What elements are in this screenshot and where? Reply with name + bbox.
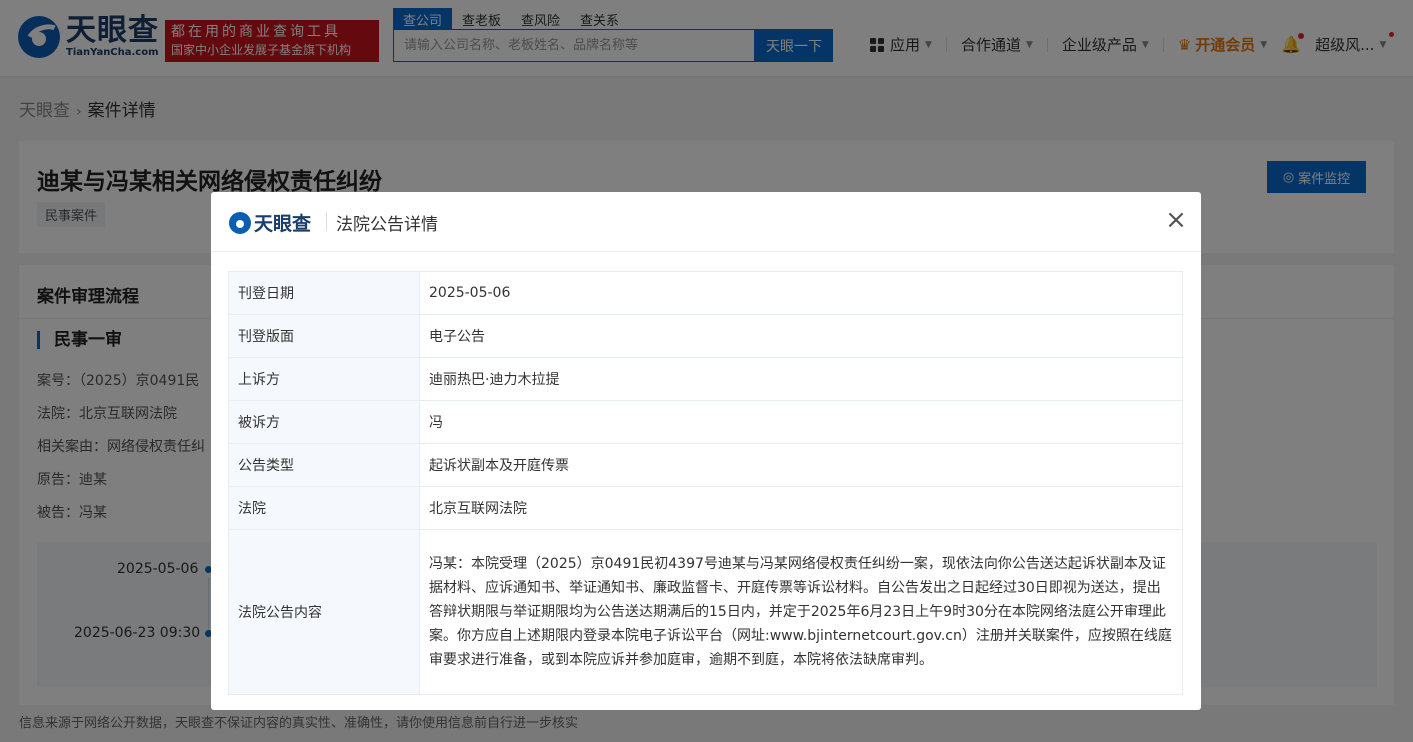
row-value: 迪丽热巴·迪力木拉提	[419, 357, 1183, 401]
table-row: 法院公告内容 冯某：本院受理（2025）京0491民初4397号迪某与冯某网络侵…	[228, 529, 1183, 695]
court-notice-modal: 天眼查 法院公告详情 × 刊登日期 2025-05-06 刊登版面 电子公告 上…	[211, 192, 1201, 710]
row-value: 北京互联网法院	[419, 486, 1183, 530]
modal-title: 法院公告详情	[336, 215, 438, 235]
table-row: 法院 北京互联网法院	[228, 486, 1183, 530]
tianyancha-logo-icon	[229, 211, 251, 234]
table-row: 刊登版面 电子公告	[228, 314, 1183, 358]
row-key: 刊登日期	[228, 271, 420, 315]
row-key: 公告类型	[228, 443, 420, 487]
row-key: 法院	[228, 486, 420, 530]
modal-header: 天眼查 法院公告详情 ×	[211, 192, 1201, 252]
row-key: 上诉方	[228, 357, 420, 401]
modal-logo: 天眼查	[229, 209, 311, 236]
notice-detail-table: 刊登日期 2025-05-06 刊登版面 电子公告 上诉方 迪丽热巴·迪力木拉提…	[228, 271, 1183, 695]
header-divider	[326, 212, 327, 231]
modal-logo-text: 天眼查	[254, 213, 312, 235]
table-row: 刊登日期 2025-05-06	[228, 271, 1183, 315]
notice-content: 冯某：本院受理（2025）京0491民初4397号迪某与冯某网络侵权责任纠纷一案…	[419, 529, 1183, 695]
table-row: 公告类型 起诉状副本及开庭传票	[228, 443, 1183, 487]
row-value: 冯	[419, 400, 1183, 444]
row-value: 2025-05-06	[419, 271, 1183, 315]
row-value: 电子公告	[419, 314, 1183, 358]
row-key: 被诉方	[228, 400, 420, 444]
row-key: 法院公告内容	[228, 529, 420, 695]
row-value: 起诉状副本及开庭传票	[419, 443, 1183, 487]
close-icon[interactable]: ×	[1164, 207, 1188, 233]
table-row: 上诉方 迪丽热巴·迪力木拉提	[228, 357, 1183, 401]
row-key: 刊登版面	[228, 314, 420, 358]
modal-body: 刊登日期 2025-05-06 刊登版面 电子公告 上诉方 迪丽热巴·迪力木拉提…	[228, 271, 1183, 701]
table-row: 被诉方 冯	[228, 400, 1183, 444]
